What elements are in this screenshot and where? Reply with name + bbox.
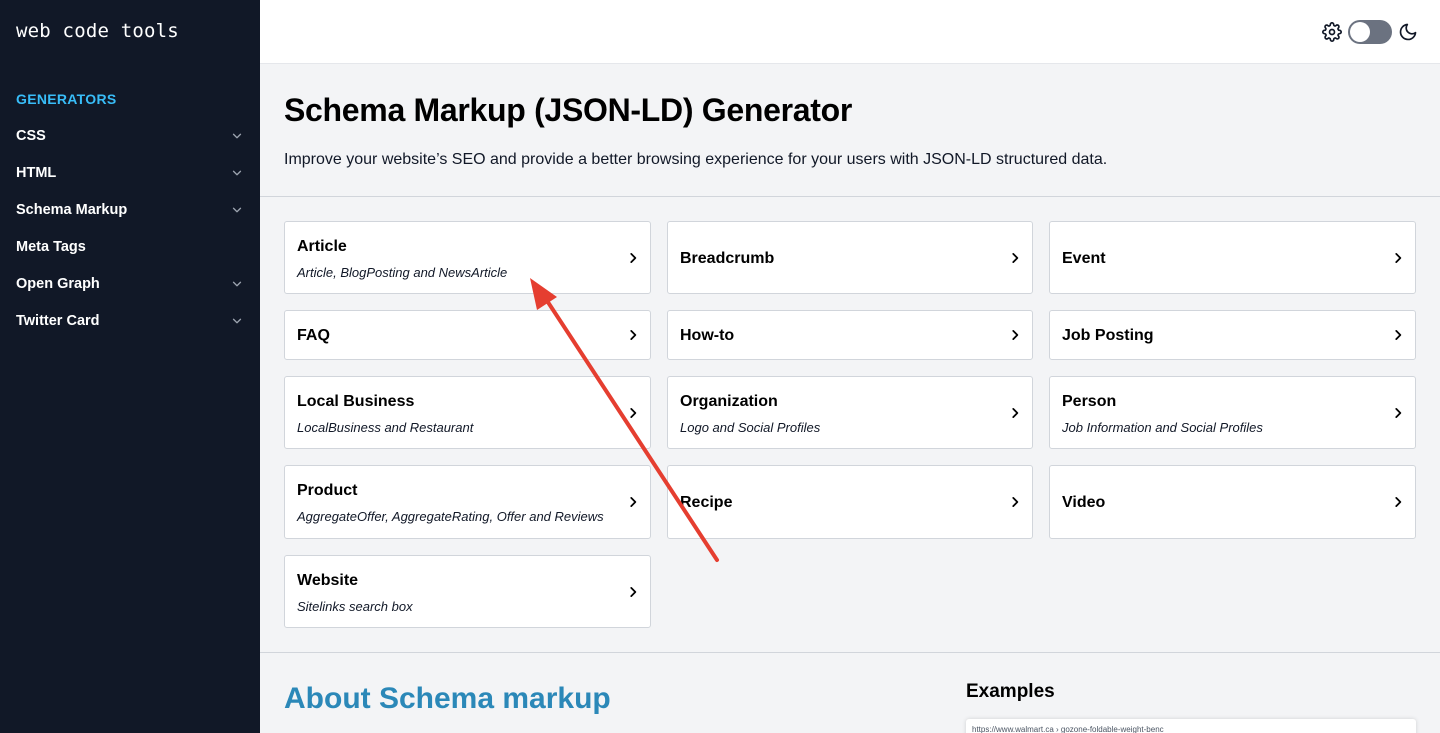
card-title: Organization bbox=[680, 393, 778, 410]
card-job-posting[interactable]: Job Posting bbox=[1049, 310, 1416, 360]
sidebar-item-open-graph[interactable]: Open Graph bbox=[0, 265, 260, 302]
chevron-right-icon bbox=[630, 408, 637, 418]
hero-section: Schema Markup (JSON-LD) Generator Improv… bbox=[260, 65, 1440, 197]
examples-heading: Examples bbox=[966, 681, 1055, 702]
sidebar-item-label: Open Graph bbox=[16, 275, 100, 292]
card-how-to[interactable]: How-to bbox=[667, 310, 1033, 360]
sidebar-item-css[interactable]: CSS bbox=[0, 117, 260, 154]
card-title: Event bbox=[1062, 250, 1106, 267]
sidebar-item-label: Twitter Card bbox=[16, 312, 100, 329]
card-title: Article bbox=[297, 238, 347, 255]
card-title: Product bbox=[297, 482, 358, 499]
card-event[interactable]: Event bbox=[1049, 221, 1416, 294]
chevron-down-icon bbox=[232, 281, 242, 286]
page-description: Improve your website’s SEO and provide a… bbox=[284, 151, 1108, 168]
chevron-right-icon bbox=[630, 253, 637, 263]
sidebar-item-label: Schema Markup bbox=[16, 201, 128, 218]
sidebar-item-schema-markup[interactable]: Schema Markup bbox=[0, 191, 260, 228]
card-title: FAQ bbox=[297, 327, 330, 344]
card-subtitle: Sitelinks search box bbox=[297, 599, 413, 614]
card-product[interactable]: Product AggregateOffer, AggregateRating,… bbox=[284, 465, 651, 539]
toggle-knob bbox=[1350, 22, 1370, 42]
nav-heading-generators: GENERATORS bbox=[16, 91, 117, 107]
card-breadcrumb[interactable]: Breadcrumb bbox=[667, 221, 1033, 294]
sidebar-item-html[interactable]: HTML bbox=[0, 154, 260, 191]
chevron-right-icon bbox=[630, 330, 637, 340]
section-divider bbox=[260, 652, 1440, 653]
chevron-right-icon bbox=[1012, 330, 1019, 340]
card-local-business[interactable]: Local Business LocalBusiness and Restaur… bbox=[284, 376, 651, 449]
page-title: Schema Markup (JSON-LD) Generator bbox=[284, 92, 853, 128]
sidebar: web code tools GENERATORS CSS HTML Schem… bbox=[0, 0, 260, 733]
chevron-right-icon bbox=[1395, 253, 1402, 263]
moon-icon[interactable] bbox=[1398, 22, 1418, 42]
chevron-right-icon bbox=[1012, 497, 1019, 507]
card-subtitle: Article, BlogPosting and NewsArticle bbox=[297, 265, 508, 280]
card-title: Website bbox=[297, 572, 359, 589]
sidebar-item-label: CSS bbox=[16, 127, 46, 144]
chevron-right-icon bbox=[630, 587, 637, 597]
top-bar bbox=[260, 0, 1440, 64]
chevron-down-icon bbox=[232, 133, 242, 138]
card-recipe[interactable]: Recipe bbox=[667, 465, 1033, 539]
chevron-down-icon bbox=[232, 318, 242, 323]
chevron-right-icon bbox=[1012, 408, 1019, 418]
sidebar-nav: CSS HTML Schema Markup Meta Tags Open Gr… bbox=[0, 117, 260, 339]
theme-toggle[interactable] bbox=[1348, 20, 1392, 44]
card-faq[interactable]: FAQ bbox=[284, 310, 651, 360]
card-article[interactable]: Article Article, BlogPosting and NewsArt… bbox=[284, 221, 651, 294]
example-url: https://www.walmart.ca › gozone-foldable… bbox=[972, 725, 1164, 733]
gear-icon[interactable] bbox=[1322, 22, 1342, 42]
card-title: Local Business bbox=[297, 393, 415, 410]
chevron-right-icon bbox=[1395, 408, 1402, 418]
card-title: Job Posting bbox=[1062, 327, 1154, 344]
card-title: How-to bbox=[680, 327, 735, 344]
card-subtitle: AggregateOffer, AggregateRating, Offer a… bbox=[297, 509, 604, 524]
sidebar-item-label: HTML bbox=[16, 164, 57, 181]
card-title: Video bbox=[1062, 494, 1106, 511]
card-title: Person bbox=[1062, 393, 1117, 410]
card-subtitle: Job Information and Social Profiles bbox=[1062, 420, 1263, 435]
chevron-right-icon bbox=[1395, 330, 1402, 340]
card-organization[interactable]: Organization Logo and Social Profiles bbox=[667, 376, 1033, 449]
chevron-right-icon bbox=[1395, 497, 1402, 507]
chevron-right-icon bbox=[630, 497, 637, 507]
chevron-down-icon bbox=[232, 170, 242, 175]
card-subtitle: Logo and Social Profiles bbox=[680, 420, 821, 435]
sidebar-item-twitter-card[interactable]: Twitter Card bbox=[0, 302, 260, 339]
sidebar-item-label: Meta Tags bbox=[16, 238, 86, 255]
chevron-down-icon bbox=[232, 207, 242, 212]
card-subtitle: LocalBusiness and Restaurant bbox=[297, 420, 474, 435]
sidebar-item-meta-tags[interactable]: Meta Tags bbox=[0, 228, 260, 265]
chevron-right-icon bbox=[1012, 253, 1019, 263]
example-search-result-thumbnail: https://www.walmart.ca › gozone-foldable… bbox=[966, 719, 1416, 733]
site-logo[interactable]: web code tools bbox=[16, 20, 179, 42]
card-website[interactable]: Website Sitelinks search box bbox=[284, 555, 651, 628]
card-title: Breadcrumb bbox=[680, 250, 775, 267]
card-person[interactable]: Person Job Information and Social Profil… bbox=[1049, 376, 1416, 449]
card-title: Recipe bbox=[680, 494, 733, 511]
card-video[interactable]: Video bbox=[1049, 465, 1416, 539]
about-heading: About Schema markup bbox=[284, 682, 611, 715]
